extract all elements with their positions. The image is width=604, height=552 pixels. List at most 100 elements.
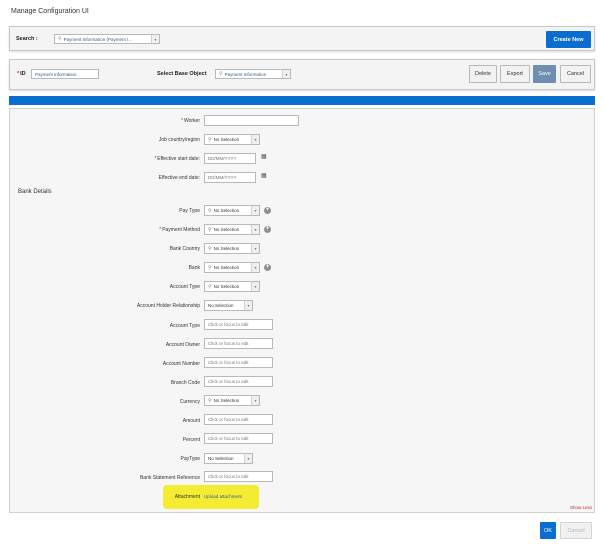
account-type-text-label: Account Type: [169, 323, 200, 329]
chevron-down-icon[interactable]: ▾: [151, 35, 159, 43]
chevron-down-icon[interactable]: ▾: [282, 70, 290, 78]
account-holder-rel-select[interactable]: No Selection ▾: [204, 300, 253, 311]
save-button[interactable]: Save: [533, 65, 556, 83]
percent-label: Percent: [182, 437, 200, 443]
eff-end-placeholder: DD/MM/YYYY: [208, 175, 237, 180]
search-label: Search :: [16, 36, 38, 42]
delete-button[interactable]: Delete: [469, 65, 497, 83]
footer-cancel-button[interactable]: Cancel: [560, 522, 592, 539]
id-value: Payment Information: [35, 71, 77, 77]
eff-start-label: *Effective start date:: [154, 156, 200, 162]
bank-country-label: Bank Country: [169, 246, 200, 252]
eff-end-input[interactable]: DD/MM/YYYY: [204, 172, 256, 183]
account-type-text-input[interactable]: Click or focus to edit: [204, 319, 273, 330]
search-icon: ⚲: [208, 397, 212, 404]
pay-type-select[interactable]: ⚲ No Selection ▾: [204, 205, 260, 216]
branch-code-placeholder: Click or focus to edit: [208, 379, 249, 384]
chevron-down-icon[interactable]: ▾: [251, 135, 259, 144]
base-object-select[interactable]: ⚲ Payment Information ▾: [215, 69, 291, 79]
currency-value: No Selection: [213, 398, 240, 403]
bank-country-value: No Selection: [213, 246, 240, 251]
account-holder-rel-label: Account Holder Relationship: [136, 303, 200, 309]
branch-code-input[interactable]: Click or focus to edit: [204, 376, 273, 387]
account-number-label: Account Number: [162, 361, 200, 367]
account-type-text-placeholder: Click or focus to edit: [208, 322, 249, 327]
chevron-down-icon[interactable]: ▾: [251, 263, 259, 272]
bank-stmt-ref-placeholder: Click or focus to edit: [208, 474, 249, 479]
search-value: Payment Information (Payment I...: [63, 36, 132, 42]
cancel-button[interactable]: Cancel: [560, 65, 591, 83]
percent-placeholder: Click or focus to edit: [208, 436, 249, 441]
account-type-select-value: No Selection: [213, 284, 240, 289]
base-object-value: Payment Information: [224, 71, 267, 77]
amount-input[interactable]: Click or focus to edit: [204, 414, 273, 425]
id-input[interactable]: Payment Information: [31, 69, 99, 79]
ok-button[interactable]: OK: [540, 522, 556, 539]
amount-placeholder: Click or focus to edit: [208, 417, 249, 422]
currency-select[interactable]: ⚲ No Selection ▾: [204, 395, 260, 406]
job-country-label: Job country/region: [158, 137, 200, 143]
worker-label-text: Worker: [183, 118, 200, 124]
calendar-icon[interactable]: ▦: [261, 172, 267, 179]
account-type-select-label: Account Type: [169, 284, 200, 290]
add-circle-icon[interactable]: +: [264, 226, 271, 233]
payment-method-label: *Payment Method: [159, 227, 200, 233]
bank-country-select[interactable]: ⚲ No Selection ▾: [204, 243, 260, 254]
chevron-down-icon[interactable]: ▾: [244, 454, 252, 463]
chevron-down-icon[interactable]: ▾: [244, 301, 252, 310]
search-icon: ⚲: [208, 226, 212, 233]
payment-method-value: No Selection: [213, 227, 240, 232]
export-button[interactable]: Export: [500, 65, 530, 83]
chevron-down-icon[interactable]: ▾: [251, 396, 259, 405]
search-icon: ⚲: [219, 71, 223, 77]
create-new-button[interactable]: Create New: [546, 31, 591, 48]
worker-label: *Worker: [181, 118, 200, 124]
section-header-bar: [9, 96, 595, 105]
id-label-text: ID: [20, 71, 26, 77]
account-type-select[interactable]: ⚲ No Selection ▾: [204, 281, 260, 292]
bank-stmt-ref-label: Bank Statement Reference: [139, 475, 200, 481]
search-icon: ⚲: [208, 264, 212, 271]
bank-label: Bank: [188, 265, 200, 271]
search-select[interactable]: ⚲ Payment Information (Payment I... ▾: [54, 34, 160, 44]
pay-type-label: Pay Type: [179, 208, 200, 214]
eff-start-label-text: Effective start date:: [157, 156, 200, 162]
add-circle-icon[interactable]: +: [264, 264, 271, 271]
search-icon: ⚲: [208, 136, 212, 143]
account-number-placeholder: Click or focus to edit: [208, 360, 249, 365]
search-icon: ⚲: [208, 283, 212, 290]
account-number-input[interactable]: Click or focus to edit: [204, 357, 273, 368]
search-panel: Search : ⚲ Payment Information (Payment …: [9, 26, 595, 51]
form-panel: [9, 108, 595, 513]
config-header-panel: *ID Payment Information Select Base Obje…: [9, 59, 595, 90]
chevron-down-icon[interactable]: ▾: [251, 225, 259, 234]
paytype2-select[interactable]: No Selection ▾: [204, 453, 253, 464]
eff-start-input[interactable]: DD/MM/YYYY: [204, 153, 256, 164]
account-owner-placeholder: Click or focus to edit: [208, 341, 249, 346]
add-circle-icon[interactable]: +: [264, 207, 271, 214]
eff-end-label: Effective end date:: [158, 175, 200, 181]
account-owner-input[interactable]: Click or focus to edit: [204, 338, 273, 349]
amount-label: Amount: [182, 418, 200, 424]
upload-attachment-link[interactable]: Upload attachment: [204, 494, 242, 499]
worker-input[interactable]: [204, 115, 299, 126]
pay-type-value: No Selection: [213, 208, 240, 213]
payment-method-select[interactable]: ⚲ No Selection ▾: [204, 224, 260, 235]
page-title: Manage Configuration UI: [11, 8, 89, 15]
job-country-value: No Selection: [213, 137, 240, 142]
calendar-icon[interactable]: ▦: [261, 153, 267, 160]
account-holder-rel-value: No Selection: [208, 303, 234, 308]
account-owner-label: Account Owner: [165, 342, 200, 348]
chevron-down-icon[interactable]: ▾: [251, 282, 259, 291]
base-object-label: Select Base Object: [157, 71, 207, 77]
bank-stmt-ref-input[interactable]: Click or focus to edit: [204, 471, 273, 482]
show-less-link[interactable]: Show Less: [570, 505, 592, 510]
currency-label: Currency: [179, 399, 200, 405]
search-icon: ⚲: [58, 36, 62, 42]
percent-input[interactable]: Click or focus to edit: [204, 433, 273, 444]
bank-select[interactable]: ⚲ No Selection ▾: [204, 262, 260, 273]
chevron-down-icon[interactable]: ▾: [251, 206, 259, 215]
chevron-down-icon[interactable]: ▾: [251, 244, 259, 253]
attachment-label: Attachment: [174, 494, 200, 500]
job-country-select[interactable]: ⚲ No Selection ▾: [204, 134, 260, 145]
